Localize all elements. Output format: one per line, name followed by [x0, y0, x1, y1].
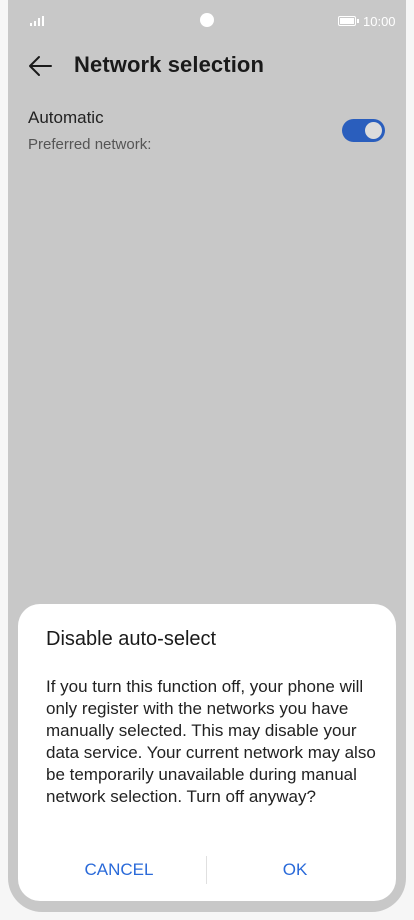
automatic-toggle[interactable] [342, 119, 385, 142]
camera-cutout [200, 13, 214, 27]
screen: 10:00 Network selection Automatic Prefer… [8, 0, 406, 912]
status-time: 10:00 [363, 14, 396, 29]
dialog-actions: CANCEL OK [18, 852, 396, 888]
back-arrow-icon [29, 56, 52, 76]
phone-frame: 10:00 Network selection Automatic Prefer… [0, 0, 414, 920]
preferred-network-label: Preferred network: [28, 136, 152, 153]
page-title: Network selection [74, 52, 264, 77]
automatic-label: Automatic [28, 108, 104, 127]
cancel-button[interactable]: CANCEL [34, 852, 204, 888]
disable-auto-select-dialog: Disable auto-select If you turn this fun… [18, 604, 396, 901]
battery-icon [338, 16, 359, 26]
dialog-message: If you turn this function off, your phon… [46, 677, 376, 806]
back-button[interactable] [24, 50, 56, 82]
toggle-knob [365, 122, 382, 139]
dialog-title: Disable auto-select [46, 628, 217, 650]
signal-icon [30, 16, 44, 26]
ok-button[interactable]: OK [210, 852, 380, 888]
status-bar: 10:00 [8, 0, 406, 44]
button-divider [206, 856, 207, 884]
